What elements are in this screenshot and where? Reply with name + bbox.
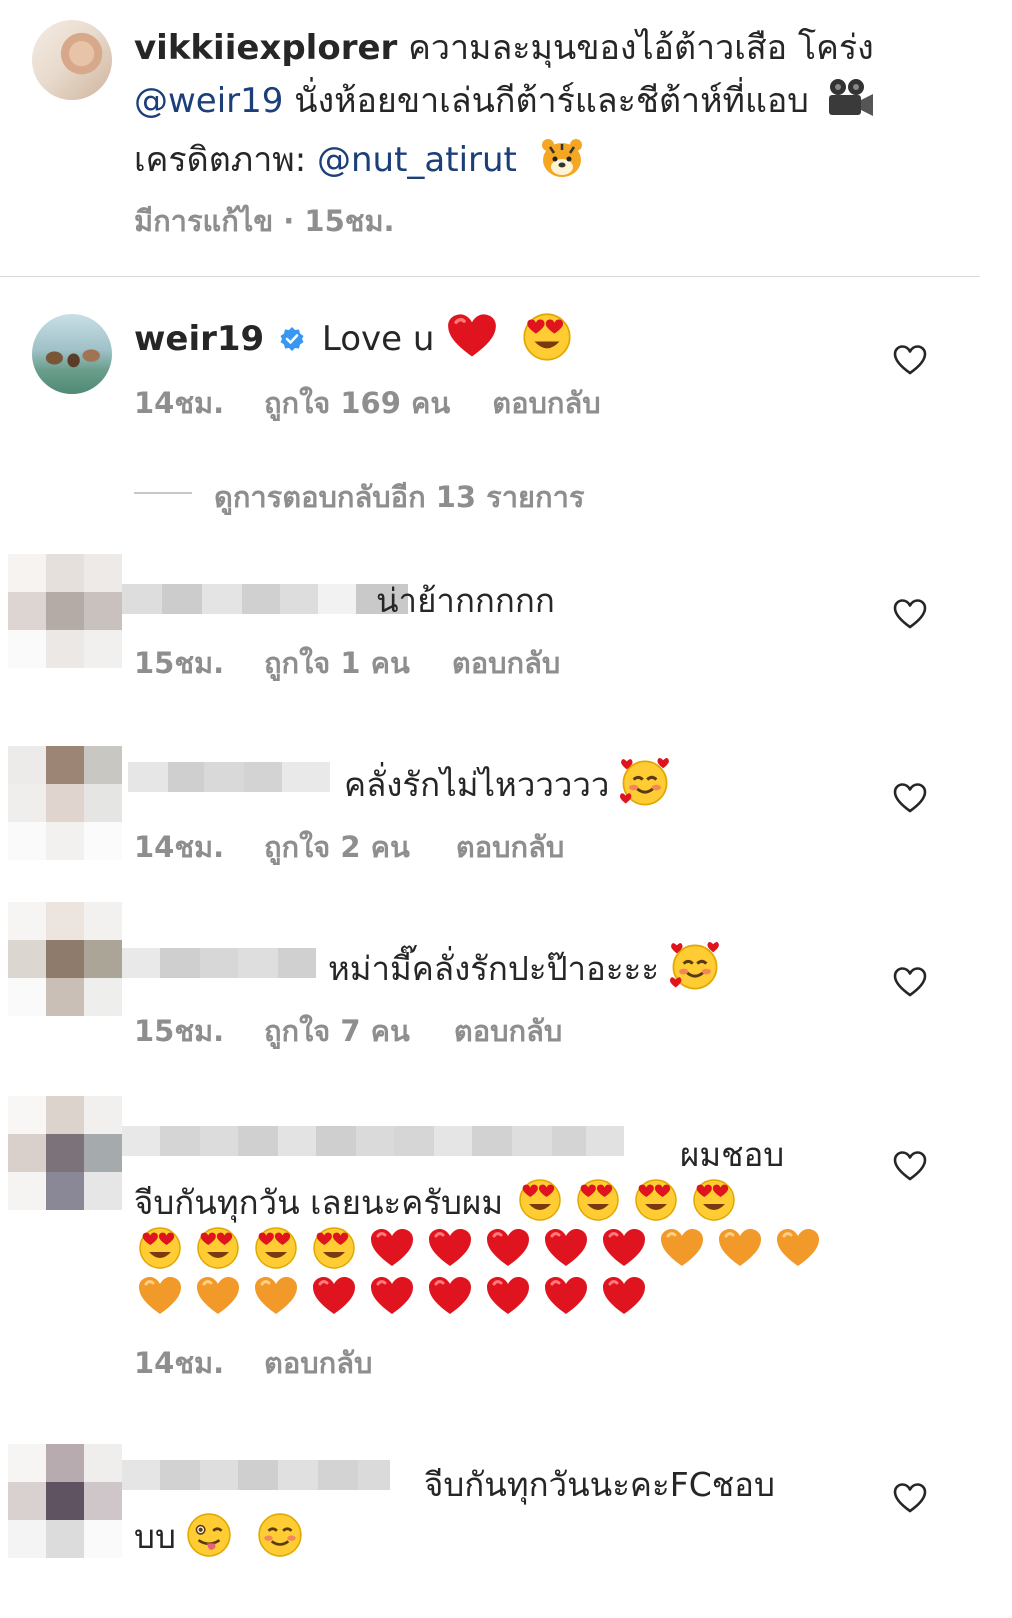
comment-likes[interactable]: ถูกใจ 1 คน [264, 640, 410, 686]
comment-time: 15ชม. [134, 646, 225, 680]
winking-tongue-icon [186, 1512, 232, 1566]
comment-time: 14ชม. [134, 1346, 225, 1380]
smiling-hearts-icon [670, 942, 720, 992]
avatar-vikkiiexplorer[interactable] [32, 20, 112, 100]
mention-weir19[interactable]: @weir19 [134, 81, 283, 121]
heart-eyes-icon [254, 1226, 298, 1270]
comment-username[interactable]: weir19 [134, 319, 264, 359]
comment-likes[interactable]: ถูกใจ 7 คน [264, 1008, 410, 1054]
orange-heart-icon [196, 1274, 240, 1318]
comment-meta: 14ชม. ถูกใจ 2 คน ตอบกลับ [134, 824, 564, 870]
smiling-hearts-icon [620, 758, 670, 808]
caption-line1: ความละมุนของไอ้ต้าวเสือ โคร่ง [397, 28, 874, 68]
red-heart-icon [428, 1226, 472, 1270]
heart-eyes-icon [196, 1226, 240, 1270]
red-heart-icon [370, 1274, 414, 1318]
like-heart-icon[interactable] [893, 344, 927, 376]
red-heart-icon [370, 1226, 414, 1270]
comment-text-line2: บบ [134, 1517, 176, 1556]
reply-button[interactable]: ตอบกลับ [264, 1340, 372, 1386]
orange-heart-icon [254, 1274, 298, 1318]
comment-time: 14ชม. [134, 386, 225, 420]
like-heart-icon[interactable] [893, 1482, 927, 1514]
caption-username[interactable]: vikkiiexplorer [134, 28, 397, 68]
orange-heart-icon [138, 1274, 182, 1318]
avatar-blurred[interactable] [8, 1096, 122, 1210]
comment-meta: 14ชม. ตอบกลับ [134, 1340, 372, 1386]
like-heart-icon[interactable] [893, 782, 927, 814]
reply-button[interactable]: ตอบกลับ [454, 1008, 562, 1054]
comment-likes[interactable]: ถูกใจ 2 คน [264, 824, 410, 870]
comment-meta: 15ชม. ถูกใจ 7 คน ตอบกลับ [134, 1008, 562, 1054]
avatar-blurred[interactable] [8, 746, 122, 860]
comment-text-line2: จีบกันทุกวัน เลยนะครับผม [134, 1183, 504, 1222]
red-heart-icon [602, 1226, 646, 1270]
like-heart-icon[interactable] [893, 966, 927, 998]
caption-meta: มีการแก้ไข · 15ชม. [134, 204, 395, 238]
post-caption: vikkiiexplorer ความละมุนของไอ้ต้าวเสือ โ… [134, 22, 954, 195]
caption-line2: นั่งห้อยขาเล่นกีต้าร์และชีต้าห์ที่แอบ [283, 81, 809, 121]
red-heart-icon [486, 1274, 530, 1318]
avatar-blurred[interactable] [8, 902, 122, 1016]
like-heart-icon[interactable] [893, 1150, 927, 1182]
comment-meta: 14ชม. ถูกใจ 169 คน ตอบกลับ [134, 380, 601, 426]
comment-text: Love u [321, 319, 435, 359]
reply-button[interactable]: ตอบกลับ [452, 640, 560, 686]
red-heart-icon [602, 1274, 646, 1318]
comment-text: คลั่งรักไม่ไหววววว [344, 765, 610, 804]
reply-button[interactable]: ตอบกลับ [456, 824, 564, 870]
comment-text: หม่ามี๊คลั่งรักปะป๊าอะะะ [328, 949, 660, 988]
comment-likes[interactable]: ถูกใจ 169 คน [264, 380, 450, 426]
comment-row: คลั่งรักไม่ไหววววว [344, 758, 684, 811]
heart-eyes-icon [692, 1178, 736, 1222]
caption-line3: เครดิตภาพ: [134, 140, 317, 180]
red-heart-icon [428, 1274, 472, 1318]
movie-camera-icon [826, 78, 874, 134]
comment-text: น่าย้ากกกกก [376, 581, 555, 620]
like-heart-icon[interactable] [893, 598, 927, 630]
comment-meta: 15ชม. ถูกใจ 1 คน ตอบกลับ [134, 640, 560, 686]
heart-eyes-icon [312, 1226, 356, 1270]
comment-row: จีบกันทุกวัน เลยนะครับผม [134, 1176, 750, 1229]
red-heart-icon [447, 312, 497, 360]
tiger-face-icon [540, 137, 584, 195]
red-heart-icon [486, 1226, 530, 1270]
emoji-row [138, 1274, 660, 1318]
heart-eyes-icon [138, 1226, 182, 1270]
blurred-username [128, 762, 330, 792]
avatar-blurred[interactable] [8, 1444, 122, 1558]
avatar-blurred[interactable] [8, 554, 122, 668]
orange-heart-icon [718, 1226, 762, 1270]
smiling-blush-icon [257, 1512, 303, 1566]
avatar-weir19[interactable] [32, 314, 112, 394]
heart-eyes-icon [576, 1178, 620, 1222]
verified-badge-icon [279, 321, 305, 361]
comment-text: จีบกันทุกวันนะคะFCชอบ [424, 1465, 775, 1504]
comment-row: บบ [134, 1510, 303, 1566]
heart-eyes-icon [522, 312, 572, 362]
comment-row: หม่ามี๊คลั่งรักปะป๊าอะะะ [328, 942, 734, 995]
heart-eyes-icon [634, 1178, 678, 1222]
view-replies-button[interactable]: ดูการตอบกลับอีก 13 รายการ [214, 474, 584, 520]
emoji-row [138, 1226, 834, 1270]
view-replies-line [134, 492, 192, 494]
red-heart-icon [312, 1274, 356, 1318]
mention-nut-atirut[interactable]: @nut_atirut [317, 140, 517, 180]
orange-heart-icon [776, 1226, 820, 1270]
comment-time: 14ชม. [134, 830, 225, 864]
heart-eyes-icon [518, 1178, 562, 1222]
red-heart-icon [544, 1274, 588, 1318]
red-heart-icon [544, 1226, 588, 1270]
blurred-username [122, 948, 316, 978]
blurred-username [122, 1460, 390, 1490]
blurred-username [122, 584, 408, 614]
orange-heart-icon [660, 1226, 704, 1270]
section-divider [0, 276, 980, 277]
comment-time: 15ชม. [134, 1014, 225, 1048]
comment-text: ผมชอบ [680, 1135, 785, 1174]
reply-button[interactable]: ตอบกลับ [492, 380, 600, 426]
blurred-username [122, 1126, 624, 1156]
comment-row: weir19 Love u [134, 312, 586, 362]
